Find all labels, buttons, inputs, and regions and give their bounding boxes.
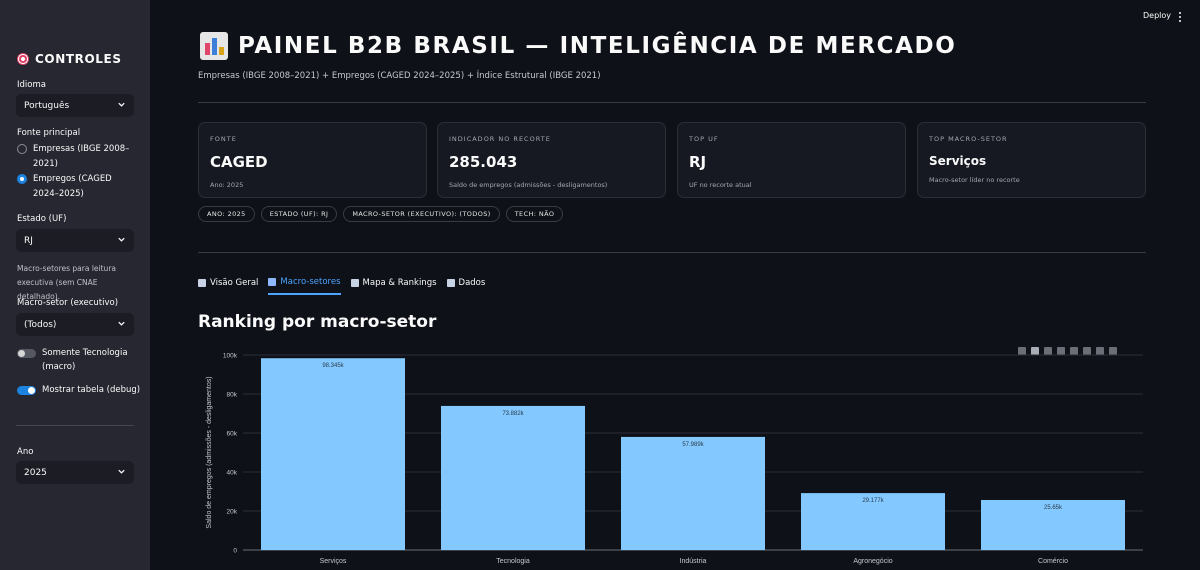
tab-bar: Visão Geral Macro-setores Mapa & Ranking… (198, 277, 485, 295)
radio-selected-icon (17, 174, 27, 184)
filter-chips: ANO: 2025 ESTADO (UF): RJ MACRO-SETOR (E… (198, 206, 564, 222)
kpi-subtext: Saldo de empregos (admissões - desligame… (449, 181, 608, 189)
tab-visao-geral[interactable]: Visão Geral (198, 277, 258, 295)
y-tick-label: 100k (223, 353, 238, 360)
kpi-subtext: UF no recorte atual (689, 181, 752, 189)
kpi-card-top-uf: TOP UF RJ UF no recorte atual (677, 122, 906, 198)
macro-select[interactable]: (Todos) (16, 313, 134, 336)
y-tick-label: 20k (227, 509, 238, 516)
y-axis-label: Saldo de empregos (admissões - desligame… (206, 376, 213, 528)
section-title: Ranking por macro-setor (198, 312, 437, 332)
source-label: Fonte principal (17, 128, 81, 138)
kebab-menu-icon[interactable] (1179, 12, 1183, 24)
filter-chip: MACRO-SETOR (EXECUTIVO): (TODOS) (343, 206, 500, 222)
bar-chart-icon (200, 32, 228, 60)
tab-label: Macro-setores (280, 277, 341, 287)
kpi-label: INDICADOR NO RECORTE (449, 135, 551, 143)
tab-label: Visão Geral (210, 278, 259, 288)
y-tick-label: 80k (227, 392, 238, 399)
y-tick-label: 60k (227, 431, 238, 438)
x-tick-label: Comércio (1038, 558, 1068, 565)
year-label: Ano (17, 447, 34, 457)
x-tick-label: Tecnologia (496, 558, 530, 565)
bar (441, 405, 585, 550)
source-radio-empresas[interactable]: Empresas (IBGE 2008–2021) (17, 142, 137, 172)
toggle-debug-label: Mostrar tabela (debug) (42, 385, 141, 395)
bar-chart: 0 20k 40k 60k 80k 100k Saldo de empregos (admi… (206, 353, 1143, 565)
kpi-label: TOP UF (689, 135, 719, 143)
toggle-debug[interactable]: Mostrar tabela (debug) (17, 383, 142, 397)
kpi-value: Serviços (929, 154, 987, 168)
tab-dados[interactable]: Dados (446, 277, 486, 295)
tab-macro-setores[interactable]: Macro-setores (268, 277, 341, 295)
language-label: Idioma (17, 80, 46, 90)
radio-unselected-icon (17, 144, 27, 154)
page-title: PAINEL B2B BRASIL — INTELIGÊNCIA DE MERC… (200, 32, 956, 60)
kpi-subtext: Macro-setor líder no recorte (929, 176, 1020, 184)
page-title-text: PAINEL B2B BRASIL — INTELIGÊNCIA DE MERC… (238, 33, 957, 59)
toggle-off-icon (17, 349, 36, 358)
toggle-on-icon (17, 386, 36, 395)
bar-value-label: 29.177k (862, 498, 884, 504)
language-select[interactable]: Português (16, 94, 134, 117)
bar-value-label: 73.882k (502, 411, 524, 417)
x-tick-label: Indústria (680, 558, 707, 565)
sidebar-title-text: CONTROLES (35, 52, 122, 66)
macro-select-value: (Todos) (24, 319, 57, 330)
bar-value-label: 57.989k (682, 442, 704, 448)
kpi-value: 285.043 (449, 153, 518, 171)
toggle-tech[interactable]: Somente Tecnologia (macro) (17, 346, 142, 374)
divider (198, 102, 1146, 103)
macro-label: Macro-setor (executivo) (17, 298, 119, 308)
tab-label: Mapa & Rankings (362, 278, 437, 288)
chevron-down-icon (117, 467, 126, 476)
chevron-down-icon (117, 100, 126, 109)
kpi-value: CAGED (210, 153, 268, 171)
y-tick-label: 0 (233, 548, 237, 555)
kpi-label: FONTE (210, 135, 237, 143)
tab-mapa-rankings[interactable]: Mapa & Rankings (350, 277, 437, 295)
year-select-value: 2025 (24, 467, 47, 478)
page-icon (446, 279, 455, 287)
filter-chip: ESTADO (UF): RJ (260, 206, 338, 222)
state-select-value: RJ (24, 235, 33, 246)
source-option-empregos: Empregos (CAGED 2024–2025) (33, 174, 112, 199)
x-tick-label: Serviços (320, 558, 347, 565)
source-radio-empregos[interactable]: Empregos (CAGED 2024–2025) (17, 172, 137, 202)
sidebar: CONTROLES Idioma Português Fonte princip… (0, 0, 150, 570)
bar (261, 358, 405, 550)
chart-increasing-icon (198, 279, 206, 287)
sidebar-title: CONTROLES (17, 52, 122, 66)
kpi-card-fonte: FONTE CAGED Ano: 2025 (198, 122, 427, 198)
kpi-card-indicador: INDICADOR NO RECORTE 285.043 Saldo de em… (437, 122, 666, 198)
deploy-button[interactable]: Deploy (1143, 11, 1171, 20)
chevron-down-icon (117, 319, 126, 328)
kpi-value: RJ (689, 153, 707, 171)
year-select[interactable]: 2025 (16, 461, 134, 484)
filter-chip: TECH: NÃO (505, 206, 564, 222)
state-select[interactable]: RJ (16, 229, 134, 252)
x-tick-label: Agronegócio (853, 558, 892, 565)
page-subtitle: Empresas (IBGE 2008–2021) + Empregos (CA… (198, 71, 601, 81)
bar-value-label: 25.65k (1044, 505, 1063, 511)
y-tick-label: 40k (227, 470, 238, 477)
bar (621, 436, 765, 550)
dart-target-icon (17, 53, 29, 65)
filter-chip: ANO: 2025 (198, 206, 255, 222)
kpi-label: TOP MACRO-SETOR (929, 135, 1008, 143)
source-option-empresas: Empresas (IBGE 2008–2021) (33, 144, 130, 169)
kpi-card-top-macro: TOP MACRO-SETOR Serviços Macro-setor líd… (917, 122, 1146, 198)
state-label: Estado (UF) (17, 214, 67, 224)
divider (198, 252, 1146, 253)
kpi-subtext: Ano: 2025 (210, 181, 244, 189)
factory-icon (268, 278, 277, 286)
language-select-value: Português (24, 100, 70, 111)
chevron-down-icon (117, 235, 126, 244)
bar-value-label: 98.345k (322, 363, 344, 369)
tab-label: Dados (458, 278, 486, 288)
toggle-tech-label: Somente Tecnologia (macro) (42, 348, 128, 372)
world-map-icon (350, 279, 359, 287)
sidebar-divider (16, 425, 134, 426)
